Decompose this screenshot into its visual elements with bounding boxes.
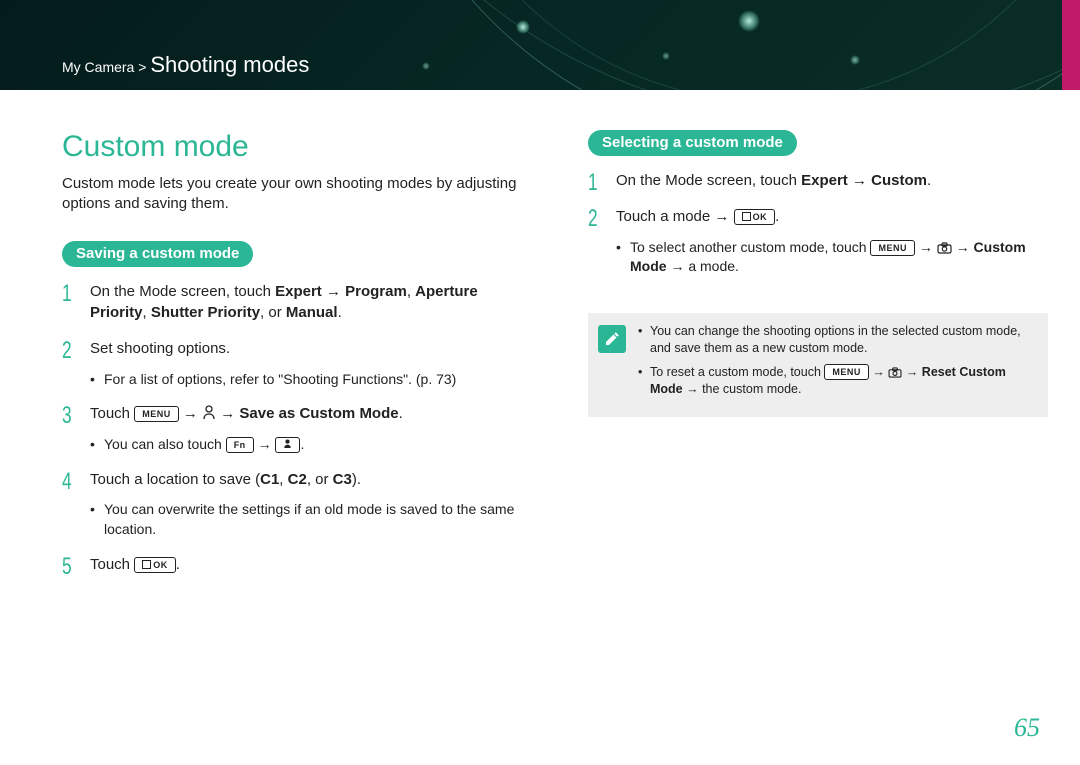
intro-text: Custom mode lets you create your own sho… xyxy=(62,174,532,215)
saving-step-4: Touch a location to save (C1, C2, or C3)… xyxy=(62,469,532,554)
selecting-steps: On the Mode screen, touch Expert → Custo… xyxy=(588,170,1048,291)
saving-step-1: On the Mode screen, touch Expert → Progr… xyxy=(62,281,532,339)
camera-icon xyxy=(888,367,902,378)
left-column: Custom mode Custom mode lets you create … xyxy=(62,130,532,589)
user-icon xyxy=(202,404,216,420)
page-number: 65 xyxy=(1014,713,1040,743)
camera-icon xyxy=(937,242,952,254)
saving-steps: On the Mode screen, touch Expert → Progr… xyxy=(62,281,532,590)
breadcrumb: My Camera > Shooting modes xyxy=(62,52,309,78)
selecting-step-1: On the Mode screen, touch Expert → Custo… xyxy=(588,170,1048,206)
fn-key: Fn xyxy=(226,437,254,453)
menu-key: MENU xyxy=(870,240,915,256)
saving-step-2-notes: For a list of options, refer to "Shootin… xyxy=(90,360,532,390)
breadcrumb-section: My Camera xyxy=(62,59,134,75)
saving-step-3: Touch MENU → → Save as Custom Mode. You … xyxy=(62,403,532,468)
right-column: Selecting a custom mode On the Mode scre… xyxy=(588,130,1048,589)
header-decoration xyxy=(360,0,1060,90)
breadcrumb-sep: > xyxy=(134,59,150,75)
note-box: You can change the shooting options in t… xyxy=(588,313,1048,417)
menu-key: MENU xyxy=(134,406,179,422)
note-list: You can change the shooting options in t… xyxy=(638,323,1034,405)
user-key xyxy=(275,437,300,453)
note-item-2: To reset a custom mode, touch MENU → → R… xyxy=(638,364,1034,399)
saving-step-3-notes: You can also touch Fn → . xyxy=(90,425,532,455)
header-stripe xyxy=(1062,0,1080,90)
menu-key: MENU xyxy=(824,364,869,380)
note-icon xyxy=(598,325,626,353)
page-body: Custom mode Custom mode lets you create … xyxy=(0,90,1080,609)
selecting-heading: Selecting a custom mode xyxy=(588,130,797,156)
ok-key: OK xyxy=(134,557,176,573)
saving-step-2: Set shooting options. For a list of opti… xyxy=(62,338,532,403)
breadcrumb-current: Shooting modes xyxy=(150,52,309,77)
saving-heading: Saving a custom mode xyxy=(62,241,253,267)
note-item-1: You can change the shooting options in t… xyxy=(638,323,1034,358)
selecting-step-2-notes: To select another custom mode, touch MEN… xyxy=(616,228,1048,277)
ok-key: OK xyxy=(734,209,776,225)
saving-step-4-notes: You can overwrite the settings if an old… xyxy=(90,490,532,539)
saving-step-5: Touch OK. xyxy=(62,554,532,590)
selecting-step-2: Touch a mode → OK. To select another cus… xyxy=(588,206,1048,291)
header: My Camera > Shooting modes xyxy=(0,0,1080,90)
page-title: Custom mode xyxy=(62,130,532,164)
